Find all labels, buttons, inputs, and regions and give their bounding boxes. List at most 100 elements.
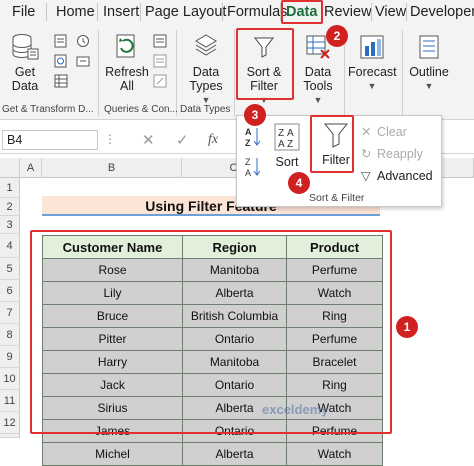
refresh-all-button[interactable]: Refresh All [104, 32, 150, 93]
step-badge-1: 1 [396, 316, 418, 338]
reapply-label: Reapply [377, 147, 423, 161]
step-badge-3: 3 [244, 104, 266, 126]
queries-connections-icon[interactable] [153, 34, 167, 51]
menu-tab-bar: File Home Insert Page Layout Formulas Da… [0, 0, 474, 24]
chevron-down-icon: ▼ [424, 81, 434, 91]
enter-icon[interactable]: ✓ [176, 131, 189, 149]
more-icon: ⋮ [104, 132, 116, 146]
cell-product[interactable]: Watch [286, 442, 383, 466]
data-types-label-1: Data [192, 65, 220, 79]
tab-file[interactable]: File [12, 2, 35, 22]
sort-a-to-z-icon[interactable]: AZ [245, 126, 261, 151]
tab-home[interactable]: Home [56, 2, 95, 22]
group-label-get-transform: Get & Transform D... [2, 104, 94, 115]
outline-button[interactable]: Outline ▼ [406, 32, 452, 93]
fx-label[interactable]: fx [208, 132, 218, 148]
data-types-button[interactable]: Data Types ▼ [182, 32, 230, 107]
row-header[interactable]: 6 [0, 280, 20, 302]
row-header[interactable]: 3 [0, 216, 20, 234]
data-types-label-2: Types [189, 79, 223, 93]
data-types-icon [195, 34, 217, 56]
group-separator [402, 30, 403, 116]
forecast-button[interactable]: Forecast ▼ [348, 32, 397, 93]
refresh-icon [116, 34, 135, 58]
sort-z-to-a-icon[interactable]: ZA [245, 156, 261, 181]
sort-icon: Z A A Z [274, 123, 300, 151]
svg-text:A: A [245, 127, 252, 137]
tab-insert[interactable]: Insert [103, 2, 139, 22]
row-header[interactable]: 5 [0, 258, 20, 280]
row-header[interactable]: 10 [0, 368, 20, 390]
cancel-icon[interactable]: ✕ [142, 131, 155, 149]
row-header[interactable]: 2 [0, 198, 20, 216]
row-header[interactable]: 1 [0, 178, 20, 198]
tab-review[interactable]: Review [324, 2, 372, 22]
group-label-data-types: Data Types [180, 104, 231, 115]
svg-text:Z: Z [245, 138, 251, 148]
row-header[interactable]: 8 [0, 324, 20, 346]
reapply-button[interactable]: ↻ Reapply [361, 146, 423, 161]
sort-label: Sort [275, 155, 299, 169]
from-table-icon[interactable] [54, 74, 68, 91]
existing-connections-icon[interactable] [76, 54, 90, 71]
svg-text:A: A [245, 168, 251, 178]
table-row: Michel Alberta Watch [42, 442, 383, 466]
row-header[interactable]: 13 [0, 434, 20, 438]
select-all-corner[interactable] [0, 158, 20, 178]
outline-icon [419, 35, 439, 59]
filter-highlight [310, 115, 354, 173]
advanced-filter-icon: ▽ [361, 169, 371, 183]
svg-text:Z: Z [278, 128, 284, 139]
from-text-icon[interactable] [54, 34, 68, 51]
refresh-all-label-1: Refresh [105, 65, 149, 79]
clear-button[interactable]: ✕ Clear [361, 124, 407, 139]
svg-text:A: A [287, 128, 294, 139]
tab-developer[interactable]: Developer [410, 2, 474, 22]
forecast-icon [360, 35, 384, 59]
name-box[interactable]: B4 [2, 130, 98, 150]
chevron-down-icon: ▼ [367, 81, 377, 91]
row-header[interactable]: 4 [0, 234, 20, 258]
table-highlight [30, 230, 392, 434]
row-header[interactable]: 9 [0, 346, 20, 368]
cell-region[interactable]: Alberta [182, 442, 287, 466]
data-tools-label-2: Tools [303, 79, 333, 93]
edit-links-icon[interactable] [153, 74, 167, 91]
group-separator [98, 30, 99, 116]
reapply-icon: ↻ [361, 147, 372, 161]
get-data-button[interactable]: Get Data [4, 32, 46, 93]
group-separator [234, 30, 235, 116]
get-data-label-1: Get [14, 65, 36, 79]
recent-sources-icon[interactable] [76, 34, 90, 51]
tab-formulas[interactable]: Formulas [227, 2, 287, 22]
get-data-label-2: Data [11, 79, 39, 93]
column-header-b[interactable]: B [42, 158, 182, 178]
group-label-queries: Queries & Con... [104, 104, 178, 115]
database-icon [12, 34, 39, 60]
sort-button[interactable]: Z A A Z Sort [271, 122, 303, 169]
chevron-down-icon: ▼ [313, 95, 323, 105]
row-header[interactable]: 11 [0, 390, 20, 412]
from-web-icon[interactable] [54, 54, 68, 71]
tab-view[interactable]: View [375, 2, 406, 22]
sort-filter-highlight [236, 28, 294, 100]
dropdown-group-label: Sort & Filter [309, 192, 365, 204]
clear-filter-icon: ✕ [361, 125, 372, 139]
step-badge-4: 4 [288, 172, 310, 194]
row-header[interactable]: 7 [0, 302, 20, 324]
tab-page-layout[interactable]: Page Layout [145, 2, 226, 22]
properties-icon[interactable] [153, 54, 167, 71]
data-tab-highlight [281, 0, 323, 24]
row-header[interactable]: 12 [0, 412, 20, 434]
column-header-a[interactable]: A [20, 158, 42, 178]
advanced-button[interactable]: ▽ Advanced [361, 168, 433, 183]
svg-text:Z: Z [245, 157, 251, 167]
clear-label: Clear [377, 125, 407, 139]
advanced-label: Advanced [377, 169, 433, 183]
svg-text:A: A [278, 139, 285, 150]
outline-label: Outline [409, 65, 449, 79]
step-badge-2: 2 [326, 25, 348, 47]
svg-text:Z: Z [287, 139, 293, 150]
cell-customer[interactable]: Michel [42, 442, 183, 466]
refresh-all-label-2: All [120, 79, 134, 93]
